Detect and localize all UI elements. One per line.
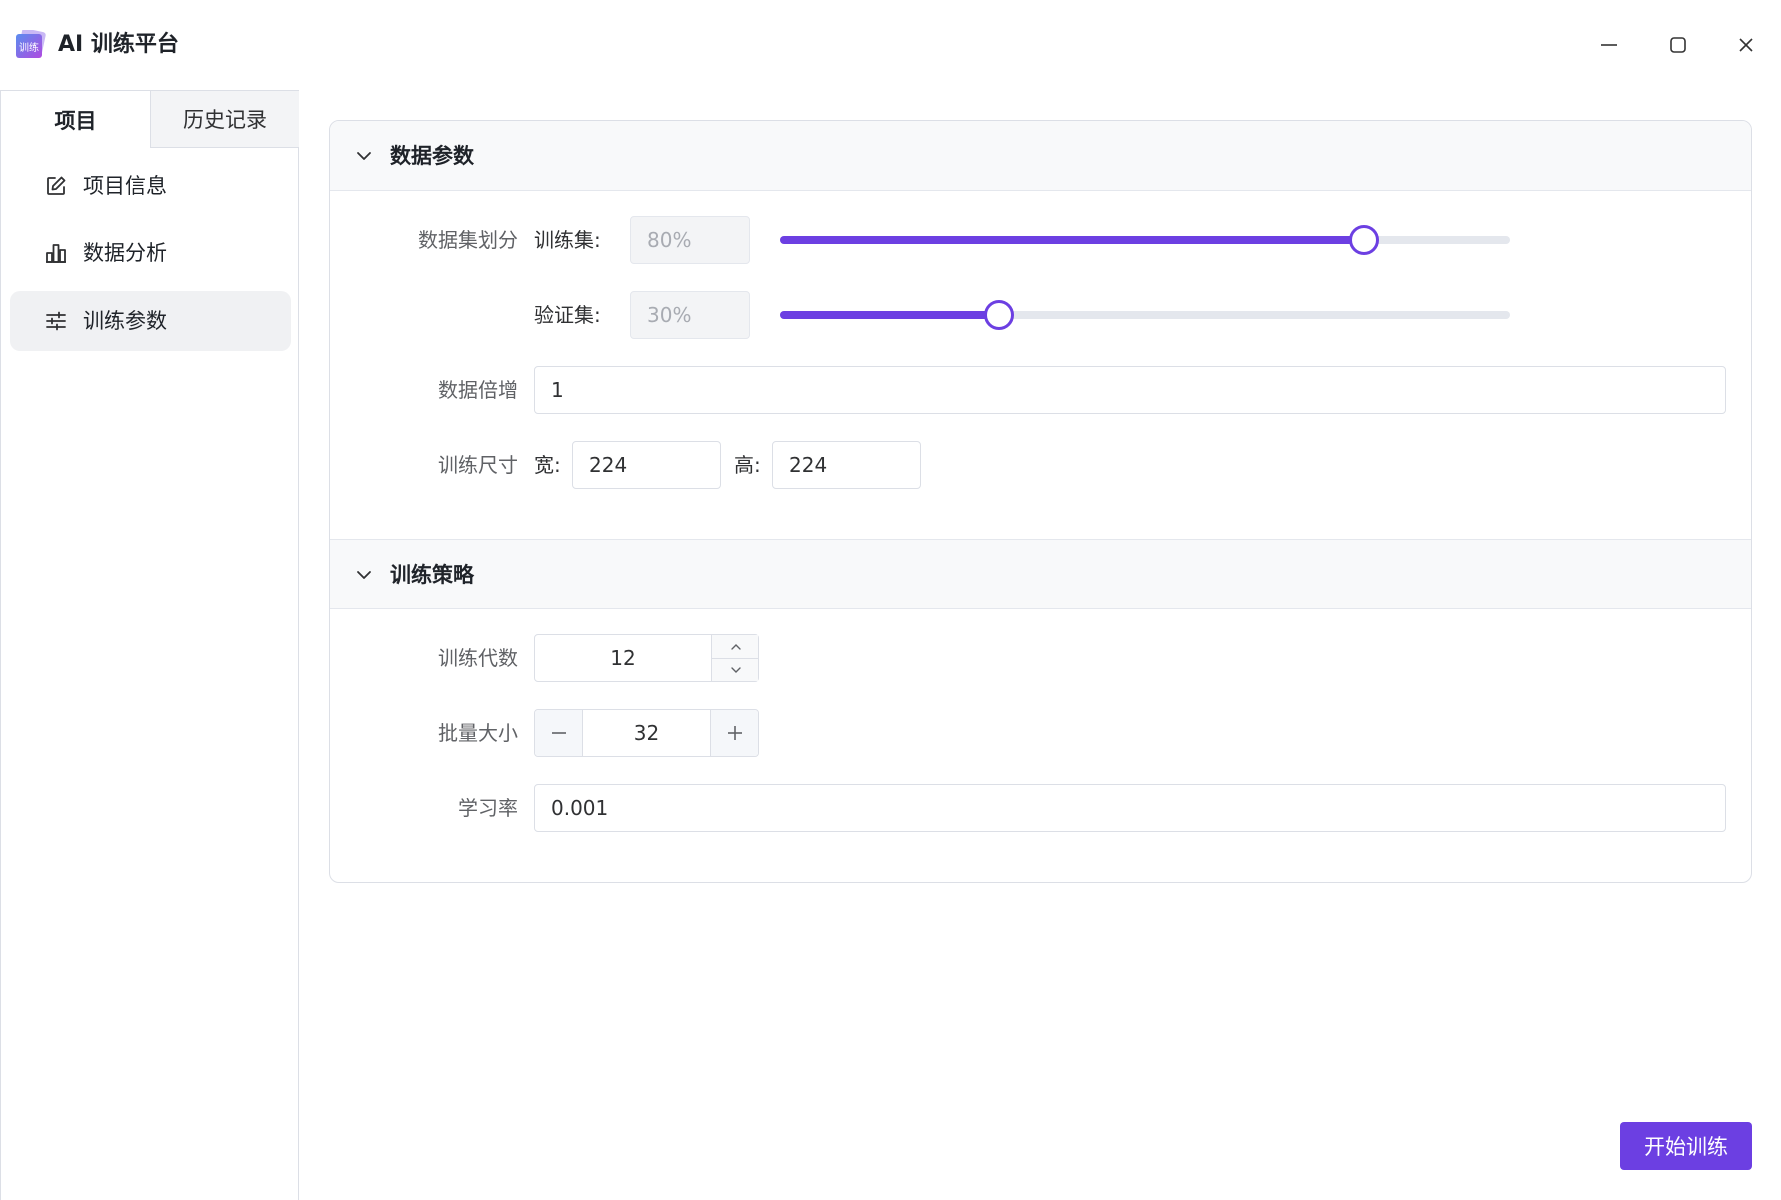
augment-input[interactable]: 1	[534, 366, 1726, 414]
slider-thumb[interactable]	[1349, 225, 1379, 255]
learning-rate-label: 学习率	[458, 796, 518, 820]
chevron-up-icon	[730, 643, 741, 650]
train-set-slider[interactable]	[780, 225, 1510, 255]
decrement-button[interactable]	[712, 658, 759, 681]
section-title: 训练策略	[390, 563, 474, 587]
dataset-split-label: 数据集划分	[418, 228, 518, 252]
decrement-button[interactable]	[535, 710, 583, 756]
sidebar-item-project-info[interactable]: 项目信息	[10, 156, 291, 216]
epochs-value[interactable]: 12	[535, 635, 711, 681]
validation-set-percent-field: 30%	[630, 291, 750, 339]
app-logo: 训练	[14, 28, 46, 60]
app-logo-text: 训练	[19, 41, 39, 54]
app-title: AI 训练平台	[58, 32, 179, 57]
section-title: 数据参数	[390, 144, 474, 168]
minus-icon	[551, 732, 566, 734]
sidebar-item-training-params[interactable]: 训练参数	[10, 291, 291, 351]
epochs-label: 训练代数	[438, 646, 518, 670]
bar-chart-icon	[46, 244, 66, 263]
maximize-button[interactable]	[1658, 25, 1698, 65]
sidebar-item-label: 训练参数	[83, 309, 167, 333]
params-card: 数据参数 数据集划分 训练集: 80% 验证集: 30% 数据倍增 1 训练尺寸…	[329, 120, 1752, 883]
sidebar-item-label: 项目信息	[83, 174, 167, 198]
train-size-label: 训练尺寸	[438, 453, 518, 477]
close-icon	[1739, 38, 1753, 52]
section-strategy-header[interactable]: 训练策略	[330, 539, 1751, 609]
plus-icon	[727, 726, 742, 740]
train-set-percent-field: 80%	[630, 216, 750, 264]
title-bar: 训练 AI 训练平台	[0, 0, 1781, 90]
batch-size-value[interactable]: 32	[583, 710, 710, 756]
batch-size-label: 批量大小	[438, 721, 518, 745]
increment-button[interactable]	[710, 710, 758, 756]
slider-fill	[780, 236, 1364, 244]
edit-icon	[47, 176, 66, 195]
chevron-down-icon	[730, 667, 741, 673]
tab-history[interactable]: 历史记录	[150, 90, 299, 148]
width-input[interactable]: 224	[572, 441, 721, 489]
sliders-icon	[46, 311, 66, 331]
chevron-down-icon	[357, 571, 371, 579]
batch-size-stepper[interactable]: 32	[534, 709, 759, 757]
minimize-button[interactable]	[1589, 25, 1629, 65]
spinner-arrows	[711, 635, 759, 681]
sidebar-tabs: 项目 历史记录	[1, 90, 299, 148]
slider-thumb[interactable]	[984, 300, 1014, 330]
section-data-params-header[interactable]: 数据参数	[330, 121, 1751, 191]
height-label: 高:	[734, 453, 761, 477]
height-input[interactable]: 224	[772, 441, 921, 489]
minimize-icon	[1601, 44, 1617, 46]
sidebar: 项目 历史记录 项目信息 数据分析 训练参数	[0, 90, 299, 1200]
sidebar-item-data-analysis[interactable]: 数据分析	[10, 223, 291, 283]
maximize-icon	[1670, 37, 1686, 53]
tab-project[interactable]: 项目	[1, 90, 150, 148]
chevron-down-icon	[357, 152, 371, 160]
close-button[interactable]	[1726, 25, 1766, 65]
slider-fill	[780, 311, 999, 319]
validation-set-label: 验证集:	[534, 303, 601, 327]
epochs-spinner[interactable]: 12	[534, 634, 759, 682]
train-set-label: 训练集:	[534, 228, 601, 252]
width-label: 宽:	[534, 453, 561, 477]
validation-set-slider[interactable]	[780, 300, 1510, 330]
learning-rate-input[interactable]: 0.001	[534, 784, 1726, 832]
sidebar-item-label: 数据分析	[83, 241, 167, 265]
increment-button[interactable]	[712, 635, 759, 658]
augment-label: 数据倍增	[438, 378, 518, 402]
start-training-button[interactable]: 开始训练	[1620, 1122, 1752, 1170]
